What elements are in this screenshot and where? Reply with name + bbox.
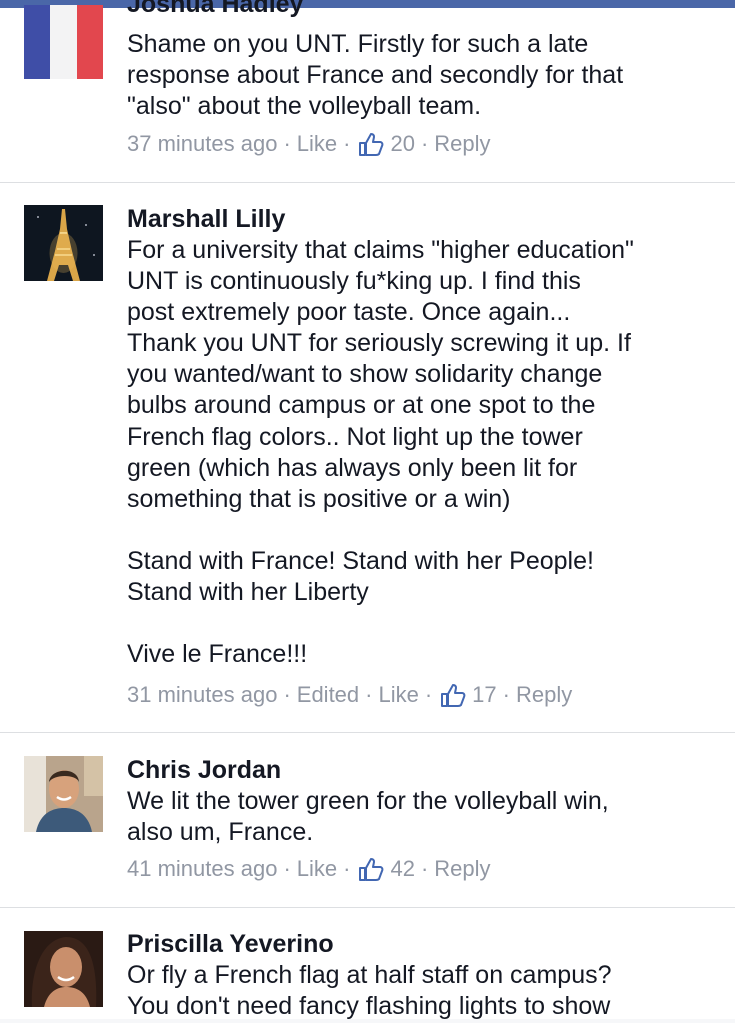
comment-line: French flag colors.. Not light up the to… <box>127 422 583 451</box>
comment-line: Or fly a French flag at half staff on ca… <box>127 961 612 989</box>
comment-body: We lit the tower green for the volleybal… <box>127 786 727 848</box>
comment-line: Vive le France!!! <box>127 640 308 669</box>
comment-line: green (which has always only been lit fo… <box>127 453 578 482</box>
reply-button[interactable]: Reply <box>434 130 490 158</box>
separator-dot: · <box>283 131 291 156</box>
comment-body: Or fly a French flag at half staff on ca… <box>127 960 727 1022</box>
comment-line: Shame on you UNT. Firstly for such a lat… <box>127 30 589 58</box>
separator-dot: · <box>502 682 510 707</box>
top-app-bar <box>0 0 735 8</box>
comment-line: Thank you UNT for seriously screwing it … <box>127 329 631 358</box>
comment-timestamp[interactable]: 31 minutes ago <box>127 681 277 709</box>
avatar[interactable] <box>24 756 103 832</box>
like-count[interactable]: 20 <box>390 130 414 158</box>
french-flag-avatar-icon <box>24 5 103 79</box>
comment-timestamp[interactable]: 41 minutes ago <box>127 855 277 883</box>
comment-timestamp[interactable]: 37 minutes ago <box>127 130 277 158</box>
separator-dot: · <box>424 682 433 707</box>
separator-dot: · <box>283 856 291 881</box>
like-count[interactable]: 17 <box>472 681 496 709</box>
comment-blank-line <box>127 608 727 639</box>
separator-dot: · <box>343 131 351 156</box>
comment-body: Shame on you UNT. Firstly for such a lat… <box>127 29 727 122</box>
thumbs-up-icon <box>440 683 466 707</box>
comment-line: We lit the tower green for the volleybal… <box>127 787 609 815</box>
avatar[interactable] <box>24 205 103 281</box>
separator-dot: · <box>420 131 429 156</box>
avatar[interactable] <box>24 5 103 79</box>
comment-author-name[interactable]: Chris Jordan <box>127 755 281 785</box>
thumbs-up-icon <box>358 132 384 156</box>
comment-author-name[interactable]: Joshua Hadley <box>127 0 303 19</box>
comment-line: post extremely poor taste. Once again... <box>127 298 571 327</box>
like-button[interactable]: Like <box>297 130 337 158</box>
comment-line: also um, France. <box>127 818 314 847</box>
comment-meta: 31 minutes ago · Edited · Like · 17 · Re… <box>127 681 572 709</box>
comment-line: "also" about the volleyball team. <box>127 92 482 121</box>
comment-line: Stand with France! Stand with her People… <box>127 546 594 575</box>
avatar[interactable] <box>24 931 103 1007</box>
like-button[interactable]: Like <box>297 855 337 883</box>
comment-line: response about France and secondly for t… <box>127 61 624 90</box>
profile-photo-avatar-icon <box>24 756 103 832</box>
comment-body: For a university that claims "higher edu… <box>127 235 727 670</box>
comment-line: Stand with her Liberty <box>127 578 369 607</box>
comment-divider <box>0 182 735 183</box>
separator-dot: · <box>365 682 373 707</box>
comment-line: bulbs around campus or at one spot to th… <box>127 391 596 420</box>
comment-line: something that is positive or a win) <box>127 484 511 513</box>
eiffel-tower-avatar-icon <box>24 205 103 281</box>
comment-meta: 37 minutes ago · Like · 20 · Reply <box>127 130 491 158</box>
separator-dot: · <box>343 856 351 881</box>
reply-button[interactable]: Reply <box>434 855 490 883</box>
comment-blank-line <box>127 515 727 546</box>
separator-dot: · <box>420 856 429 881</box>
comment-line: For a university that claims "higher edu… <box>127 236 634 264</box>
comment-author-name[interactable]: Priscilla Yeverino <box>127 929 334 959</box>
edited-link[interactable]: Edited <box>297 681 359 709</box>
bottom-edge <box>0 1019 735 1023</box>
reply-button[interactable]: Reply <box>516 681 572 709</box>
separator-dot: · <box>283 682 291 707</box>
like-button[interactable]: Like <box>378 681 418 709</box>
comment-author-name[interactable]: Marshall Lilly <box>127 204 285 234</box>
comment-meta: 41 minutes ago · Like · 42 · Reply <box>127 855 491 883</box>
like-count[interactable]: 42 <box>390 855 414 883</box>
comment-line: You don't need fancy flashing lights to … <box>127 992 611 1021</box>
comment-divider <box>0 732 735 733</box>
comment-line: UNT is continuously fu*king up. I find t… <box>127 267 581 296</box>
thumbs-up-icon <box>358 857 384 881</box>
profile-photo-avatar-icon <box>24 931 103 1007</box>
comment-divider <box>0 907 735 908</box>
comment-line: you wanted/want to show solidarity chang… <box>127 360 603 389</box>
